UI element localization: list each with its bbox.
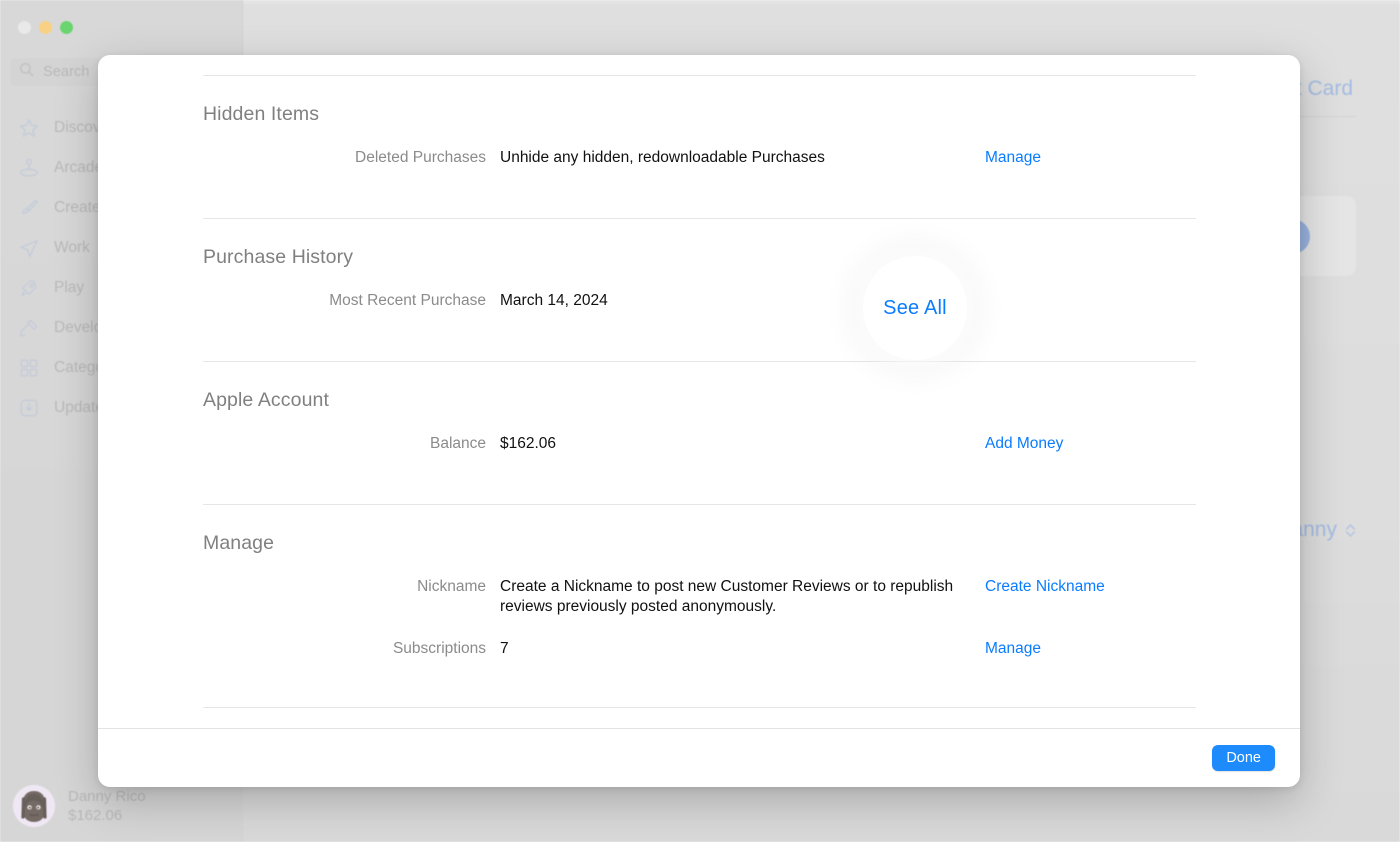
row-nickname: Nickname Create a Nickname to post new C…: [203, 577, 1195, 639]
row-label: Nickname: [203, 577, 500, 597]
spacer: [203, 333, 1195, 361]
paintbrush-icon: [18, 197, 40, 219]
section-title: Purchase History: [203, 219, 1195, 291]
manage-subscriptions-link[interactable]: Manage: [985, 639, 1195, 659]
row-value: Unhide any hidden, redownloadable Purcha…: [500, 148, 985, 168]
account-settings-sheet: Hidden Items Deleted Purchases Unhide an…: [98, 55, 1300, 787]
avatar: [13, 785, 55, 827]
section-title: Hidden Items: [203, 76, 1195, 148]
maximize-window-button[interactable]: [60, 21, 73, 34]
row-subscriptions: Subscriptions 7 Manage: [203, 639, 1195, 679]
account-text: Danny Rico $162.06: [68, 788, 146, 824]
rocket-icon: [18, 277, 40, 299]
app-root: Search Discover: [0, 0, 1400, 842]
section-hidden-items: Hidden Items Deleted Purchases Unhide an…: [203, 76, 1195, 190]
sidebar-item-label: Arcade: [54, 159, 103, 177]
row-value: 7: [500, 639, 985, 659]
background-account-selector[interactable]: anny: [1291, 518, 1356, 542]
download-icon: [18, 397, 40, 419]
sheet-scroll-area[interactable]: Hidden Items Deleted Purchases Unhide an…: [98, 55, 1300, 728]
hammer-icon: [18, 317, 40, 339]
create-nickname-link[interactable]: Create Nickname: [985, 577, 1195, 597]
section-apple-account: Apple Account Balance $162.06 Add Money: [203, 362, 1195, 476]
row-deleted-purchases: Deleted Purchases Unhide any hidden, red…: [203, 148, 1195, 190]
row-label: Most Recent Purchase: [203, 291, 500, 311]
sidebar-item-label: Work: [54, 239, 90, 257]
row-value: $162.06: [500, 434, 985, 454]
sidebar-item-label: Create: [54, 199, 101, 217]
done-button[interactable]: Done: [1212, 745, 1275, 771]
add-money-link[interactable]: Add Money: [985, 434, 1195, 454]
divider: [203, 707, 1196, 708]
row-label: Deleted Purchases: [203, 148, 500, 168]
minimize-window-button[interactable]: [39, 21, 52, 34]
row-label: Balance: [203, 434, 500, 454]
spacer: [203, 679, 1195, 707]
spotlight-highlight[interactable]: See All: [870, 263, 960, 353]
spacer: [203, 476, 1195, 504]
section-purchase-history: Purchase History Most Recent Purchase Ma…: [203, 219, 1195, 333]
see-all-link[interactable]: See All: [985, 291, 1195, 311]
row-label: Subscriptions: [203, 639, 500, 659]
search-icon: [19, 62, 34, 82]
chevron-updown-icon: [1345, 523, 1356, 538]
grid-icon: [18, 357, 40, 379]
account-name: Danny Rico: [68, 788, 146, 805]
manage-deleted-purchases-link[interactable]: Manage: [985, 148, 1195, 168]
row-balance: Balance $162.06 Add Money: [203, 434, 1195, 476]
row-value: Create a Nickname to post new Customer R…: [500, 577, 985, 617]
search-placeholder: Search: [43, 64, 90, 80]
sidebar-item-label: Play: [54, 279, 84, 297]
sheet-footer: Done: [98, 728, 1300, 787]
spotlight-label: See All: [883, 297, 947, 320]
paper-plane-icon: [18, 237, 40, 259]
section-title: Apple Account: [203, 362, 1195, 434]
star-icon: [18, 117, 40, 139]
joystick-icon: [18, 157, 40, 179]
close-window-button[interactable]: [18, 21, 31, 34]
account-balance: $162.06: [68, 807, 146, 824]
window-traffic-lights: [18, 21, 73, 34]
section-manage: Manage Nickname Create a Nickname to pos…: [203, 505, 1195, 679]
section-title: Manage: [203, 505, 1195, 577]
row-most-recent-purchase: Most Recent Purchase March 14, 2024 See …: [203, 291, 1195, 333]
gift-card-link[interactable]: t Card: [1296, 77, 1353, 101]
spacer: [203, 190, 1195, 218]
